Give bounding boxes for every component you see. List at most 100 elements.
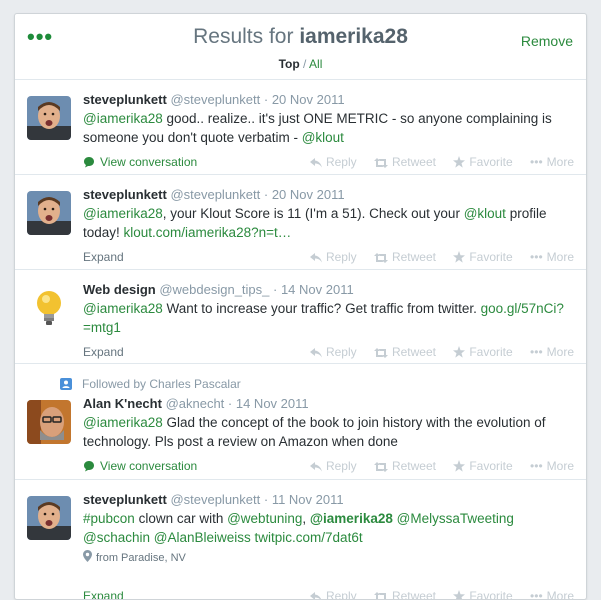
- avatar-steveplunkett-image: [27, 496, 71, 540]
- filter-all[interactable]: All: [309, 57, 322, 71]
- tweet-timestamp[interactable]: · 14 Nov 2011: [228, 396, 309, 411]
- expand-link[interactable]: Expand: [83, 345, 124, 359]
- expand-link[interactable]: Expand: [83, 250, 124, 264]
- tweet-item[interactable]: steveplunkett @steveplunkett · 20 Nov 20…: [15, 175, 586, 270]
- retweet-button[interactable]: Retweet: [373, 345, 436, 359]
- star-icon: [453, 460, 466, 472]
- more-dots-icon: •••: [530, 250, 543, 264]
- more-button[interactable]: ••• More: [530, 459, 574, 473]
- avatar[interactable]: [27, 286, 71, 330]
- url-link[interactable]: twitpic.com/7dat6t: [255, 530, 363, 545]
- retweet-icon: [373, 348, 388, 358]
- view-conversation-link[interactable]: View conversation: [83, 155, 197, 169]
- reply-label: Reply: [325, 589, 357, 600]
- retweet-label: Retweet: [391, 250, 436, 264]
- tweet-text: @iamerika28 good.. realize.. it's just O…: [83, 109, 574, 147]
- reply-label: Reply: [325, 345, 357, 359]
- favorite-button[interactable]: Favorite: [453, 155, 513, 169]
- author-name[interactable]: Alan K'necht: [83, 396, 162, 411]
- tweet-item[interactable]: Web design @webdesign_tips_ · 14 Nov 201…: [15, 270, 586, 364]
- reply-icon: [309, 348, 322, 358]
- tweet-item[interactable]: steveplunkett @steveplunkett · 11 Nov 20…: [15, 480, 586, 600]
- tweet-item[interactable]: Followed by Charles Pascalar Alan K'nech…: [15, 364, 586, 480]
- retweet-button[interactable]: Retweet: [373, 155, 436, 169]
- author-handle[interactable]: @steveplunkett: [170, 187, 260, 202]
- more-label: More: [546, 459, 574, 473]
- remove-button[interactable]: Remove: [521, 33, 573, 49]
- mention-link[interactable]: @klout: [464, 206, 506, 221]
- favorite-button[interactable]: Favorite: [453, 250, 513, 264]
- retweet-button[interactable]: Retweet: [373, 250, 436, 264]
- tweet-item[interactable]: steveplunkett @steveplunkett · 20 Nov 20…: [15, 80, 586, 175]
- expand-link[interactable]: Expand: [83, 589, 124, 599]
- more-dots-icon: •••: [530, 589, 543, 600]
- reply-button[interactable]: Reply: [309, 345, 357, 359]
- hashtag-link[interactable]: #pubcon: [83, 511, 135, 526]
- avatar[interactable]: [27, 191, 71, 235]
- avatar[interactable]: [27, 496, 71, 540]
- mention-link[interactable]: @MelyssaTweeting: [397, 511, 514, 526]
- mention-link[interactable]: @schachin: [83, 530, 150, 545]
- more-dots-icon: •••: [530, 155, 543, 169]
- url-link[interactable]: klout.com/iamerika28?n=t…: [124, 225, 292, 240]
- reply-button[interactable]: Reply: [309, 459, 357, 473]
- tweet-timestamp[interactable]: · 14 Nov 2011: [273, 282, 354, 297]
- mention-link[interactable]: @iamerika28: [83, 206, 163, 221]
- mention-link[interactable]: @iamerika28: [83, 301, 163, 316]
- reply-button[interactable]: Reply: [309, 155, 357, 169]
- more-dots-icon: •••: [530, 459, 543, 473]
- mention-link[interactable]: @iamerika28: [83, 111, 163, 126]
- tweet-timestamp[interactable]: · 20 Nov 2011: [264, 187, 345, 202]
- retweet-button[interactable]: Retweet: [373, 589, 436, 599]
- search-results-panel: ••• Results for iamerika28 Remove Top / …: [14, 13, 587, 600]
- avatar[interactable]: [27, 96, 71, 140]
- mention-link[interactable]: @iamerika28: [310, 511, 393, 526]
- results-header: ••• Results for iamerika28 Remove Top / …: [15, 14, 586, 80]
- filter-top[interactable]: Top: [279, 57, 300, 71]
- author-handle[interactable]: @webdesign_tips_: [159, 282, 269, 297]
- tweet-timestamp[interactable]: · 11 Nov 2011: [264, 492, 344, 507]
- retweet-icon: [373, 253, 388, 263]
- page-title: Results for iamerika28: [15, 25, 586, 49]
- footer-label: View conversation: [100, 155, 198, 169]
- retweet-label: Retweet: [391, 155, 436, 169]
- view-conversation-link[interactable]: View conversation: [83, 459, 197, 473]
- author-handle[interactable]: @aknecht: [166, 396, 225, 411]
- geo-location[interactable]: from Paradise, NV: [83, 550, 574, 564]
- reply-button[interactable]: Reply: [309, 589, 357, 600]
- mention-link[interactable]: @AlanBleiweiss: [154, 530, 251, 545]
- more-button[interactable]: ••• More: [530, 589, 574, 600]
- author-name[interactable]: Web design: [83, 282, 156, 297]
- tweet-text-part: , your Klout Score is 11 (I'm a 51). Che…: [162, 206, 464, 221]
- reply-button[interactable]: Reply: [309, 250, 357, 264]
- more-label: More: [546, 345, 574, 359]
- tweet-actions: Reply Retweet Favorite ••• More: [296, 250, 574, 264]
- followed-by-icon: [60, 378, 72, 390]
- mention-link[interactable]: @klout: [302, 130, 344, 145]
- conversation-bubble-icon: [84, 461, 94, 472]
- author-name[interactable]: steveplunkett: [83, 92, 167, 107]
- author-name[interactable]: steveplunkett: [83, 492, 167, 507]
- favorite-button[interactable]: Favorite: [453, 345, 513, 359]
- lightbulb-avatar-icon: [27, 286, 71, 330]
- favorite-label: Favorite: [469, 589, 513, 600]
- favorite-button[interactable]: Favorite: [453, 459, 513, 473]
- more-button[interactable]: ••• More: [530, 250, 574, 264]
- context-label: Followed by Charles Pascalar: [82, 377, 241, 391]
- mention-link[interactable]: @webtuning: [227, 511, 302, 526]
- follow-context: Followed by Charles Pascalar: [60, 377, 241, 391]
- retweet-label: Retweet: [391, 459, 436, 473]
- mention-link[interactable]: @iamerika28: [83, 415, 163, 430]
- more-button[interactable]: ••• More: [530, 345, 574, 359]
- author-handle[interactable]: @steveplunkett: [170, 492, 260, 507]
- more-button[interactable]: ••• More: [530, 155, 574, 169]
- reply-icon: [309, 592, 322, 599]
- author-handle[interactable]: @steveplunkett: [170, 92, 260, 107]
- author-name[interactable]: steveplunkett: [83, 187, 167, 202]
- tweet-timestamp[interactable]: · 20 Nov 2011: [264, 92, 345, 107]
- retweet-button[interactable]: Retweet: [373, 459, 436, 473]
- search-query: iamerika28: [299, 25, 408, 48]
- avatar[interactable]: [27, 400, 71, 444]
- favorite-button[interactable]: Favorite: [453, 589, 513, 600]
- location-pin-icon: [83, 550, 92, 562]
